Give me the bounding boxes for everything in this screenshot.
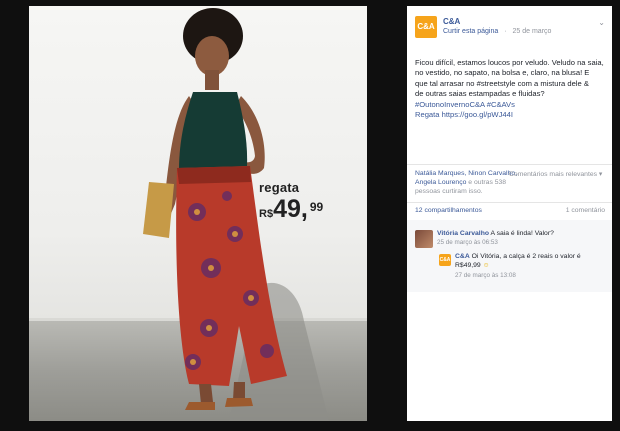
smile-emoji-icon: ☺	[482, 262, 490, 269]
divider	[407, 202, 612, 203]
page-reply-avatar[interactable]: C&A	[439, 254, 451, 266]
post-side-panel: C&A C&A Curtir esta página · 25 de março…	[407, 6, 612, 421]
caret-down-icon[interactable]: ▾	[599, 171, 602, 178]
price-amount: R$49, 99	[259, 195, 323, 224]
post-photo[interactable]: regata R$49, 99	[29, 6, 367, 421]
reply-text: C&A Oi Vitória, a calça é 2 reais o valo…	[455, 252, 605, 270]
post-text-line: que tal arrasar no #streetstyle com a mi…	[415, 78, 589, 88]
post-text-line: Ficou difícil, estamos loucos por veludo…	[415, 58, 604, 67]
comment-timestamp[interactable]: 25 de março às 06:53	[437, 239, 498, 246]
page-name-link[interactable]: C&A	[443, 17, 460, 26]
comments-sort-dropdown[interactable]: Comentários mais relevantes ▾	[509, 170, 602, 178]
counts-row: 12 compartilhamentos 1 comentário	[415, 207, 605, 214]
comment-text: Vitória Carvalho A saia é linda! Valor?	[437, 229, 607, 238]
price-cents: 99	[309, 199, 324, 214]
post-header: C&A C&A Curtir esta página · 25 de março…	[415, 16, 605, 44]
comment-author-link[interactable]: Vitória Carvalho	[437, 230, 489, 237]
price-tag: regata R$49, 99	[259, 180, 323, 224]
reply-body: Oi Vitória, a calça é 2 reais o valor é …	[455, 253, 581, 269]
avatar[interactable]	[415, 230, 433, 248]
separator-dot: ·	[504, 28, 507, 35]
like-page-link[interactable]: Curtir esta página	[443, 28, 498, 35]
product-link[interactable]: Regata https://goo.gl/pWJ44I	[415, 110, 607, 120]
post-body-text: Ficou difícil, estamos loucos por veludo…	[415, 58, 607, 120]
hashtags-link[interactable]: #OutonoInvernoC&A #C&AVs	[415, 100, 607, 110]
comments-section: Vitória Carvalho A saia é linda! Valor? …	[407, 220, 612, 292]
chevron-down-icon[interactable]: ⌄	[598, 18, 605, 27]
sort-label[interactable]: Comentários mais relevantes	[509, 171, 597, 178]
price-main: 49,	[273, 195, 308, 223]
price-label: regata	[259, 180, 300, 195]
post-text-line: de outras saias estampadas e fluidas?	[415, 89, 545, 99]
post-meta: Curtir esta página · 25 de março	[443, 28, 555, 35]
reply-timestamp[interactable]: 27 de março às 13:08	[455, 272, 516, 279]
post-date[interactable]: 25 de março	[513, 28, 552, 35]
price-currency: R$	[259, 208, 274, 220]
page-logo[interactable]: C&A	[415, 16, 437, 38]
comment-body: A saia é linda! Valor?	[490, 230, 554, 237]
comments-count[interactable]: 1 comentário	[566, 207, 605, 214]
divider	[407, 164, 612, 165]
reply-author-link[interactable]: C&A	[455, 253, 470, 260]
shares-count[interactable]: 12 compartilhamentos	[415, 207, 482, 214]
post-text-line: no vestido, no sapato, na bolsa e, claro…	[415, 68, 590, 78]
